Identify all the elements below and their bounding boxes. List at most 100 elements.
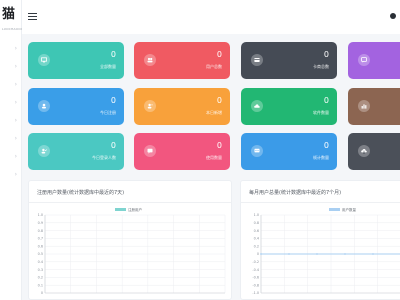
stat-card: 0 用户总数: [134, 42, 230, 79]
y-tick-label: -1.0: [252, 291, 259, 295]
legend-label: 注册用户: [128, 207, 142, 212]
stat-label: 本日新增: [206, 110, 222, 115]
chevron-right-icon: ›: [14, 63, 17, 70]
chevron-right-icon: ›: [14, 135, 17, 142]
y-tick-label: -0.6: [252, 276, 259, 280]
chevron-right-icon: ›: [14, 153, 17, 160]
sidebar: 猫 LUOCHAOCMS.CN › › › › › › › ›: [0, 0, 31, 300]
y-tick-label: 0.2: [254, 244, 259, 248]
stat-label: 今日登录人数: [92, 155, 116, 160]
chart-register: 注册用户 1.0 0.9 0.8 0.7 0.6 0.5 0.4 0.3 0.2 0.1 0: [38, 207, 226, 295]
stat-label: 卡商总数: [313, 64, 329, 69]
stat-value: 0: [323, 96, 329, 105]
chart-title: 注册用户数量(统计数据库中最近的7天): [37, 190, 125, 196]
legend-label: 用户数量: [342, 207, 356, 212]
y-tick-label: 0.9: [38, 221, 43, 225]
stat-card: 0 使用数量: [134, 133, 230, 170]
cloud-icon: [251, 100, 263, 112]
chart-legend[interactable]: 注册用户: [115, 207, 142, 212]
stat-value: 0: [216, 141, 222, 150]
data-point[interactable]: [344, 253, 346, 255]
legend-swatch: [329, 208, 340, 211]
y-tick-label: 0.6: [38, 244, 43, 248]
chart-title: 每月用户总量(统计数据库中最近的7个月): [249, 190, 342, 196]
chart-panel-monthly: 每月用户总量(统计数据库中最近的7个月) 用户数量 1.0 0.8 0.6 0.4 0.2…: [240, 180, 400, 300]
stat-value: 0: [110, 141, 116, 150]
chat-icon: [358, 54, 370, 66]
cloud-download-icon: [358, 145, 370, 157]
y-tick-label: -0.8: [252, 283, 259, 287]
sidebar-item[interactable]: ›: [0, 134, 22, 144]
top-header: [22, 0, 400, 34]
stat-value: 0: [216, 96, 222, 105]
stat-label: 今日注册: [100, 110, 116, 115]
data-point[interactable]: [372, 253, 374, 255]
user-icon[interactable]: [390, 13, 396, 19]
user-check-icon: [38, 145, 50, 157]
sidebar-item[interactable]: ›: [0, 80, 22, 90]
chart-monthly: 用户数量 1.0 0.8 0.6 0.4 0.2 0 -0.2 -0.4 -0.6 -0.8 -1.0: [252, 207, 400, 295]
stat-card: 0: [348, 133, 400, 170]
stat-card: 0: [348, 42, 400, 79]
data-point[interactable]: [288, 253, 290, 255]
stat-card: 0 今日注册: [28, 88, 124, 125]
y-tick-label: 0.5: [38, 252, 43, 256]
y-tick-label: 0.7: [38, 237, 43, 241]
y-tick-label: -0.4: [252, 268, 259, 272]
stat-card: 0: [348, 88, 400, 125]
stat-value: 0: [110, 96, 116, 105]
y-tick-label: 0.8: [254, 221, 259, 225]
stat-label: 全部数量: [100, 64, 116, 69]
stat-card: 0 软件数量: [241, 88, 337, 125]
data-point[interactable]: [260, 253, 262, 255]
sidebar-item[interactable]: ›: [0, 170, 22, 180]
message-icon: [144, 145, 156, 157]
y-tick-label: 0.2: [38, 276, 43, 280]
sidebar-item[interactable]: ›: [0, 44, 22, 54]
user-add-icon: [144, 100, 156, 112]
y-tick-label: 0.6: [254, 229, 259, 233]
stat-card: 0 卡商总数: [241, 42, 337, 79]
card-icon: [251, 54, 263, 66]
bar-chart-icon: [358, 100, 370, 112]
message-dots-icon: [251, 145, 263, 157]
chart-panel-register: 注册用户数量(统计数据库中最近的7天) 注册用户 1.0 0.9 0.8 0.7 0.6 0…: [28, 180, 232, 300]
stat-value: 0: [110, 50, 116, 59]
y-tick-label: 0.4: [38, 260, 43, 264]
stat-card: 0 本日新增: [134, 88, 230, 125]
monitor-icon: [38, 54, 50, 66]
y-tick-label: -0.2: [252, 260, 259, 264]
y-tick-label: 0: [257, 252, 259, 256]
stat-card: 0 今日登录人数: [28, 133, 124, 170]
chevron-right-icon: ›: [14, 171, 17, 178]
y-tick-label: 0.3: [38, 268, 43, 272]
sidebar-item[interactable]: ›: [0, 98, 22, 108]
chevron-right-icon: ›: [14, 81, 17, 88]
hamburger-icon[interactable]: [28, 13, 37, 21]
stat-label: 用户总数: [206, 64, 222, 69]
users-icon: [144, 54, 156, 66]
chevron-right-icon: ›: [14, 99, 17, 106]
dashboard-root: 猫 LUOCHAOCMS.CN › › › › › › › › 0 全部数量 0 用户总数 0 卡商总数…: [0, 0, 400, 300]
chevron-right-icon: ›: [14, 117, 17, 124]
stat-value: 0: [323, 50, 329, 59]
y-tick-label: 0.8: [38, 229, 43, 233]
legend-swatch: [115, 208, 126, 211]
y-tick-label: 1.0: [254, 213, 259, 217]
y-tick-label: 0: [41, 291, 43, 295]
user-icon: [38, 100, 50, 112]
y-tick-label: 0.4: [254, 237, 259, 241]
chart-legend[interactable]: 用户数量: [329, 207, 356, 212]
sidebar-item[interactable]: ›: [0, 116, 22, 126]
chevron-right-icon: ›: [14, 45, 17, 52]
y-tick-label: 0.1: [38, 283, 43, 287]
sidebar-item[interactable]: ›: [0, 62, 22, 72]
brand-logo[interactable]: 猫 LUOCHAOCMS.CN: [0, 6, 31, 36]
stat-value: 0: [323, 141, 329, 150]
stat-value: 0: [216, 50, 222, 59]
data-point[interactable]: [316, 253, 318, 255]
stat-card: 0 全部数量: [28, 42, 124, 79]
brand-logo-mark: 猫: [2, 7, 16, 22]
sidebar-item[interactable]: ›: [0, 152, 22, 162]
stat-card: 0 帧计数量: [241, 133, 337, 170]
